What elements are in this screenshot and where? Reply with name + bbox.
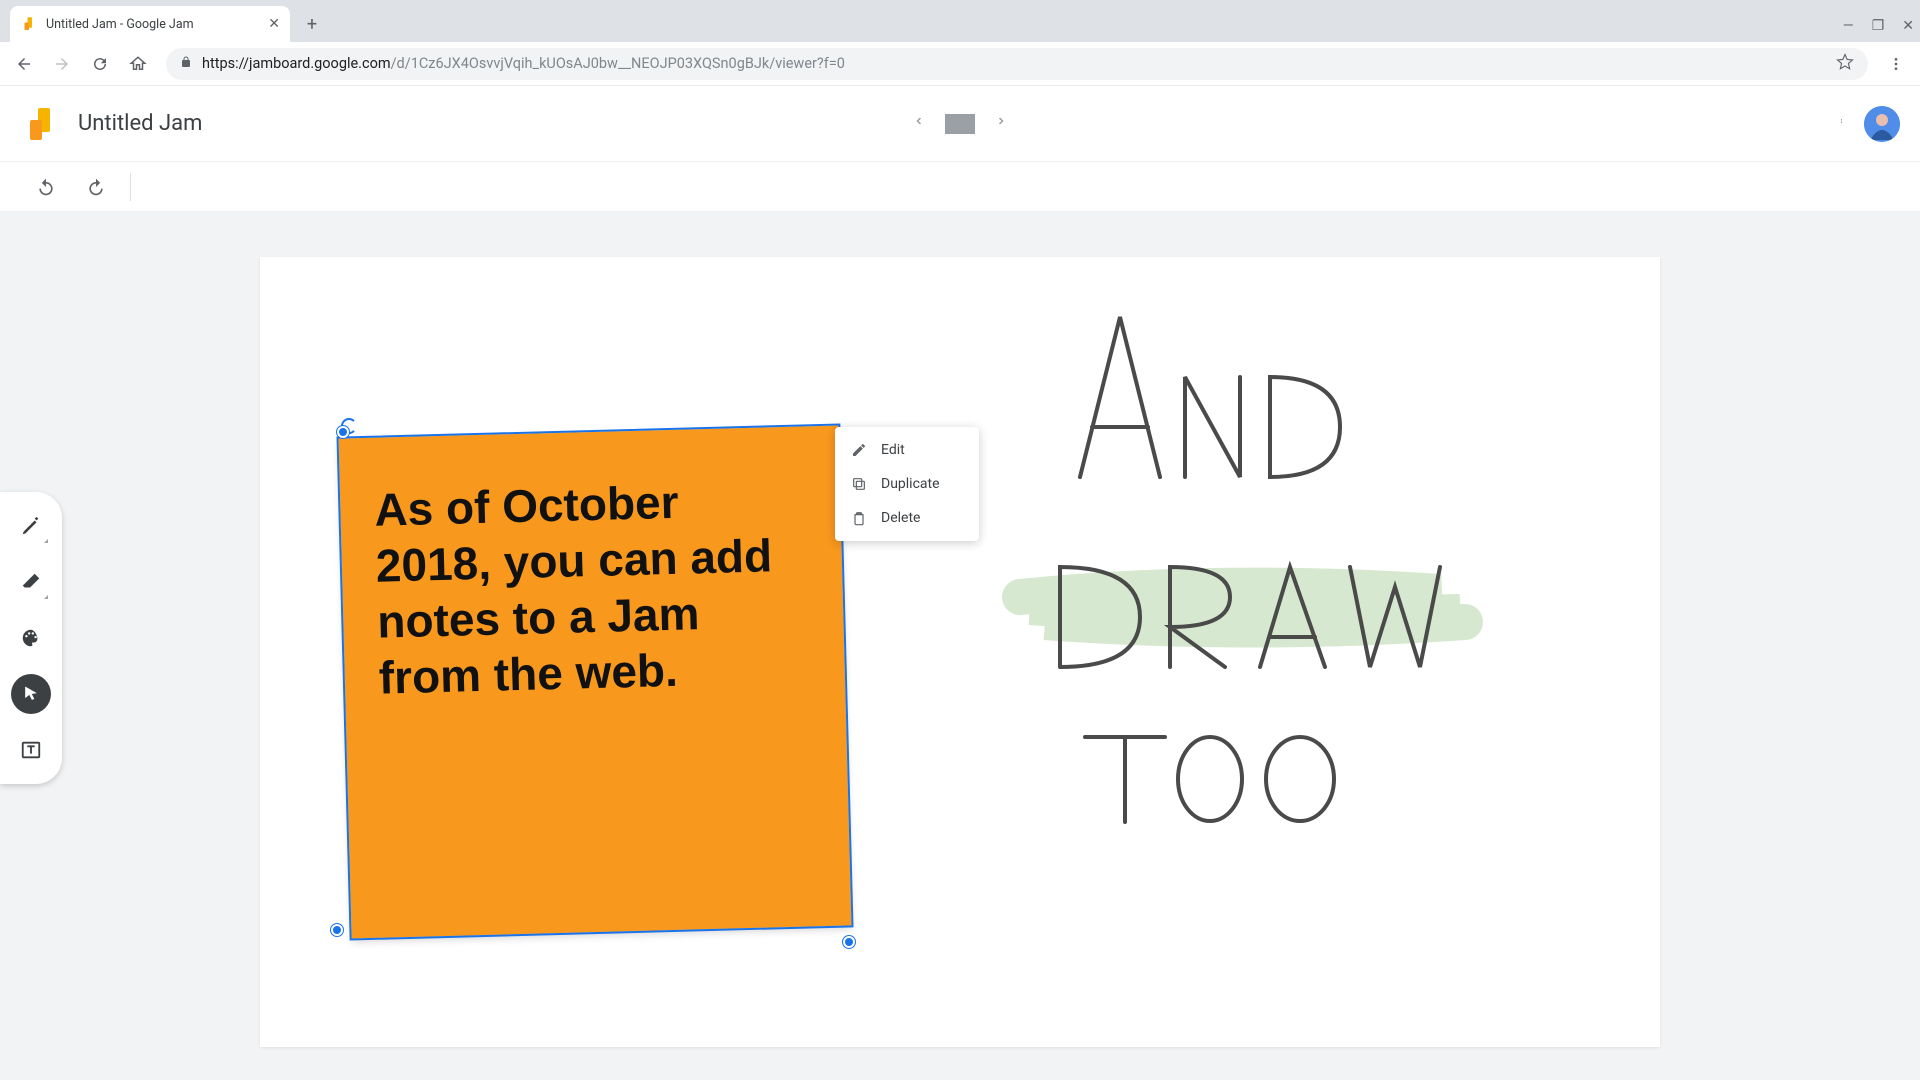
handwriting-drawing: [980, 297, 1620, 917]
resize-handle-br[interactable]: [843, 936, 855, 948]
context-menu-delete-label: Delete: [881, 510, 920, 526]
toolbar-separator: [130, 173, 131, 201]
app-more-menu[interactable]: [1839, 111, 1844, 136]
frame-navigator: [907, 106, 1013, 141]
resize-handle-bl[interactable]: [331, 924, 343, 936]
hand-text-too: [1085, 737, 1334, 822]
next-frame-button[interactable]: [989, 106, 1013, 141]
close-tab-icon[interactable]: ✕: [268, 16, 280, 32]
sticky-note-selection[interactable]: As of October 2018, you can add notes to…: [335, 422, 855, 942]
redo-button[interactable]: [80, 171, 112, 203]
context-menu: Edit Duplicate Delete: [835, 427, 979, 541]
sticky-note[interactable]: As of October 2018, you can add notes to…: [339, 426, 852, 939]
url-path: /d/1Cz6JX4OsvvjVqih_kUOsAJ0bw__NEOJP03XQ…: [391, 55, 845, 72]
user-avatar[interactable]: [1864, 106, 1900, 142]
chevron-right-icon: [995, 112, 1007, 130]
home-button[interactable]: [122, 48, 154, 80]
forward-button[interactable]: [46, 48, 78, 80]
address-bar[interactable]: https://jamboard.google.com/d/1Cz6JX4Osv…: [166, 48, 1868, 80]
resize-handle-tl[interactable]: [337, 426, 349, 438]
text-box-tool[interactable]: [11, 730, 51, 770]
url-host: https://jamboard.google.com: [202, 55, 391, 72]
reload-icon: [91, 55, 109, 73]
browser-tab[interactable]: Untitled Jam - Google Jam ✕: [10, 6, 290, 42]
context-menu-delete[interactable]: Delete: [835, 501, 979, 535]
jamboard-favicon: [20, 15, 38, 33]
duplicate-icon: [851, 476, 867, 492]
chrome-menu-button[interactable]: [1880, 48, 1912, 80]
context-menu-edit-label: Edit: [881, 442, 905, 458]
browser-tab-strip: Untitled Jam - Google Jam ✕ + — ❐ ✕: [0, 0, 1920, 42]
jam-board[interactable]: As of October 2018, you can add notes to…: [260, 257, 1660, 1047]
document-title[interactable]: Untitled Jam: [78, 111, 202, 136]
bookmark-star-icon[interactable]: [1836, 53, 1854, 75]
trash-icon: [851, 510, 867, 526]
kebab-icon: [1888, 56, 1904, 72]
jamboard-logo-icon[interactable]: [20, 104, 60, 144]
reload-button[interactable]: [84, 48, 116, 80]
frame-indicator[interactable]: [945, 114, 975, 134]
redo-icon: [86, 177, 106, 197]
select-tool[interactable]: [11, 674, 51, 714]
context-menu-duplicate[interactable]: Duplicate: [835, 467, 979, 501]
window-controls: — ❐ ✕: [1843, 18, 1920, 34]
browser-toolbar: https://jamboard.google.com/d/1Cz6JX4Osv…: [0, 42, 1920, 86]
lock-icon: [180, 55, 192, 72]
context-menu-duplicate-label: Duplicate: [881, 476, 940, 492]
close-window-icon[interactable]: ✕: [1902, 18, 1914, 34]
maximize-icon[interactable]: ❐: [1872, 18, 1885, 34]
context-menu-edit[interactable]: Edit: [835, 433, 979, 467]
minimize-icon[interactable]: —: [1843, 18, 1854, 34]
pen-tool[interactable]: [11, 506, 51, 546]
pencil-icon: [851, 442, 867, 458]
eraser-tool[interactable]: [11, 562, 51, 602]
chevron-left-icon: [913, 112, 925, 130]
undo-icon: [36, 177, 56, 197]
app-header: Untitled Jam: [0, 86, 1920, 162]
hand-text-and: [1080, 317, 1340, 477]
canvas-area: As of October 2018, you can add notes to…: [0, 212, 1920, 1080]
arrow-left-icon: [15, 55, 33, 73]
tool-panel: [0, 492, 62, 784]
new-tab-button[interactable]: +: [298, 10, 326, 38]
avatar-image: [1864, 106, 1900, 142]
palette-tool[interactable]: [11, 618, 51, 658]
sticky-note-text: As of October 2018, you can add notes to…: [374, 470, 812, 706]
text-box-icon: [20, 739, 42, 761]
prev-frame-button[interactable]: [907, 106, 931, 141]
back-button[interactable]: [8, 48, 40, 80]
pen-icon: [20, 515, 42, 537]
arrow-right-icon: [53, 55, 71, 73]
eraser-icon: [20, 571, 42, 593]
palette-icon: [20, 627, 42, 649]
tab-title: Untitled Jam - Google Jam: [46, 17, 194, 32]
secondary-toolbar: [0, 162, 1920, 212]
home-icon: [129, 55, 147, 73]
undo-button[interactable]: [30, 171, 62, 203]
cursor-icon: [21, 684, 41, 704]
kebab-icon: [1839, 111, 1844, 131]
